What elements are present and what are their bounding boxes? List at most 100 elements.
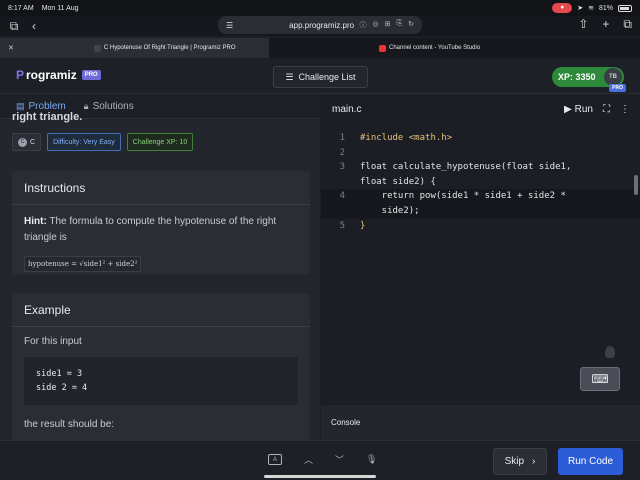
arrow-down-icon[interactable]: ﹀	[335, 453, 344, 466]
code-line: 2	[321, 146, 640, 161]
battery-icon	[618, 4, 632, 12]
challenge-xp-tag: Challenge XP: 10	[126, 133, 194, 151]
skip-button[interactable]: Skip ›	[493, 448, 547, 475]
logo-text: rogramiz	[26, 68, 77, 82]
example-title: Example	[24, 303, 71, 317]
more-options-icon[interactable]: ⋮	[620, 104, 630, 115]
tabs-overview-icon[interactable]: ⧉	[623, 17, 632, 32]
example-input-line: side 2 = 4	[36, 383, 88, 393]
extension-icon[interactable]: ◎	[373, 20, 379, 30]
code-line-active: 4 return pow(side1 * side1 + side2 *	[321, 189, 640, 204]
xp-value: XP: 3350	[558, 72, 596, 82]
play-icon: ▶	[563, 103, 572, 115]
status-date: Mon 11 Aug	[41, 4, 79, 12]
xp-badge[interactable]: XP: 3350 TB PRO	[552, 67, 626, 92]
code-text: #include <math.h>	[360, 133, 453, 143]
console-panel[interactable]: Console	[321, 405, 640, 440]
code-text: return pow(side1 * side1 + side2 *	[360, 191, 566, 202]
reload-icon[interactable]: ↻	[408, 20, 414, 30]
lock-icon: 🔒︎	[83, 101, 89, 111]
wifi-icon: ≋	[588, 5, 594, 12]
code-editor: main.c ▶ Run ⛶ ⋮ 1 #include <math.h> 2 3 f…	[321, 95, 640, 405]
code-line-active: side2);	[321, 203, 640, 219]
tab-programiz[interactable]: ✕ C Hypotenuse Of Right Triangle | Progr…	[0, 38, 269, 58]
keyboard-toolbar: A ︿ ﹀ 🎙︎	[268, 453, 377, 466]
back-icon[interactable]: ‹	[24, 17, 44, 35]
run-button[interactable]: ▶ Run	[564, 104, 593, 115]
editor-scrollbar[interactable]	[634, 175, 638, 195]
editor-header: main.c ▶ Run ⛶ ⋮	[321, 95, 640, 123]
line-number: 1	[339, 133, 345, 143]
page-settings-icon[interactable]: ☰	[226, 21, 233, 30]
challenge-list-button[interactable]: ☰ Challenge List	[273, 66, 368, 88]
line-number: 5	[339, 220, 345, 231]
screen-record-icon: ⏺	[552, 3, 573, 13]
hypotenuse-formula: hypotenuse = √side1² + side2²	[24, 256, 142, 272]
code-line: float side2) {	[321, 175, 640, 190]
example-subtitle: For this input	[24, 336, 82, 347]
tab-solutions-label: Solutions	[92, 101, 134, 112]
text-format-icon[interactable]: A	[268, 454, 282, 465]
chevron-right-icon: ›	[532, 456, 536, 467]
new-tab-icon[interactable]: +	[602, 17, 609, 32]
line-number: 4	[339, 191, 345, 202]
share-icon[interactable]: ⇧	[578, 17, 588, 32]
challenge-list-label: Challenge List	[298, 72, 356, 82]
tab-label: C Hypotenuse Of Right Triangle | Program…	[103, 45, 236, 51]
translate-icon[interactable]: ⊞	[385, 20, 391, 30]
difficulty-tag: Difficulty: Very Easy	[47, 133, 121, 151]
sidebar-toggle-icon[interactable]: ⧉	[4, 17, 24, 35]
instructions-card: Instructions Hint: The formula to comput…	[12, 171, 310, 274]
programiz-favicon-icon	[93, 44, 101, 52]
share-small-icon[interactable]: ⎘	[397, 20, 403, 30]
url-text: app.programiz.pro	[289, 20, 355, 30]
app-header: Programiz PRO ☰ Challenge List XP: 3350 …	[0, 60, 640, 94]
lightbulb-icon[interactable]	[605, 346, 615, 358]
fullscreen-icon[interactable]: ⛶	[603, 104, 610, 115]
result-text: the result should be:	[24, 419, 115, 430]
file-name: main.c	[332, 103, 362, 115]
skip-label: Skip	[504, 456, 525, 467]
tab-label: Channel content - YouTube Studio	[389, 45, 481, 51]
list-icon: ☰	[285, 71, 294, 82]
console-title: Console	[331, 418, 361, 427]
language-label: C	[30, 138, 36, 146]
code-line: 1 #include <math.h>	[321, 131, 640, 146]
example-input-line: side1 = 3	[36, 369, 83, 379]
hint-body: The formula to compute the hypotenuse of…	[24, 216, 277, 243]
keyboard-icon[interactable]: ⌨	[580, 367, 620, 391]
problem-heading: right triangle.	[12, 111, 83, 123]
run-label: Run	[574, 103, 593, 115]
close-tab-icon[interactable]: ✕	[8, 44, 14, 52]
bottom-bar: A ︿ ﹀ 🎙︎ Skip › Run Code	[0, 440, 640, 480]
programiz-logo[interactable]: Programiz PRO	[16, 68, 101, 82]
line-number: 3	[339, 162, 345, 173]
problem-tags: C C Difficulty: Very Easy Challenge XP: …	[12, 133, 194, 151]
tab-youtube-studio[interactable]: Channel content - YouTube Studio	[269, 38, 640, 58]
run-code-button[interactable]: Run Code	[558, 448, 623, 475]
example-input-block: side1 = 3 side 2 = 4	[24, 357, 298, 405]
arrow-up-icon[interactable]: ︿	[304, 453, 313, 466]
language-tag: C C	[12, 133, 42, 151]
example-card: Example For this input side1 = 3 side 2 …	[12, 293, 310, 440]
code-text: }	[360, 220, 366, 231]
pro-badge: PRO	[609, 84, 626, 92]
microphone-icon[interactable]: 🎙︎	[366, 454, 377, 465]
divider	[12, 204, 310, 205]
browser-tabs: ✕ C Hypotenuse Of Right Triangle | Progr…	[0, 38, 640, 58]
logo-pro-badge: PRO	[81, 70, 101, 80]
home-indicator[interactable]	[264, 475, 376, 478]
address-bar[interactable]: ☰ app.programiz.pro ⓘ ◎ ⊞ ⎘ ↻	[218, 16, 422, 34]
divider	[12, 326, 310, 327]
youtube-favicon-icon	[379, 44, 386, 52]
tab-solutions[interactable]: 🔒︎ Solutions	[84, 101, 134, 112]
problem-panel: ▤ Problem 🔒︎ Solutions right triangle. C…	[0, 95, 320, 440]
logo-p: P	[16, 68, 25, 82]
instructions-title: Instructions	[24, 181, 86, 195]
c-language-icon: C	[18, 137, 27, 147]
code-area[interactable]: 1 #include <math.h> 2 3 float calculate_hy…	[321, 131, 640, 233]
hint-label: Hint:	[24, 216, 47, 227]
status-bar: 8:17 AM Mon 11 Aug ⏺ ➤ ≋ 81%	[0, 0, 640, 16]
code-line: 3 float calculate_hypotenuse(float side1,	[321, 160, 640, 175]
info-icon[interactable]: ⓘ	[360, 20, 367, 30]
